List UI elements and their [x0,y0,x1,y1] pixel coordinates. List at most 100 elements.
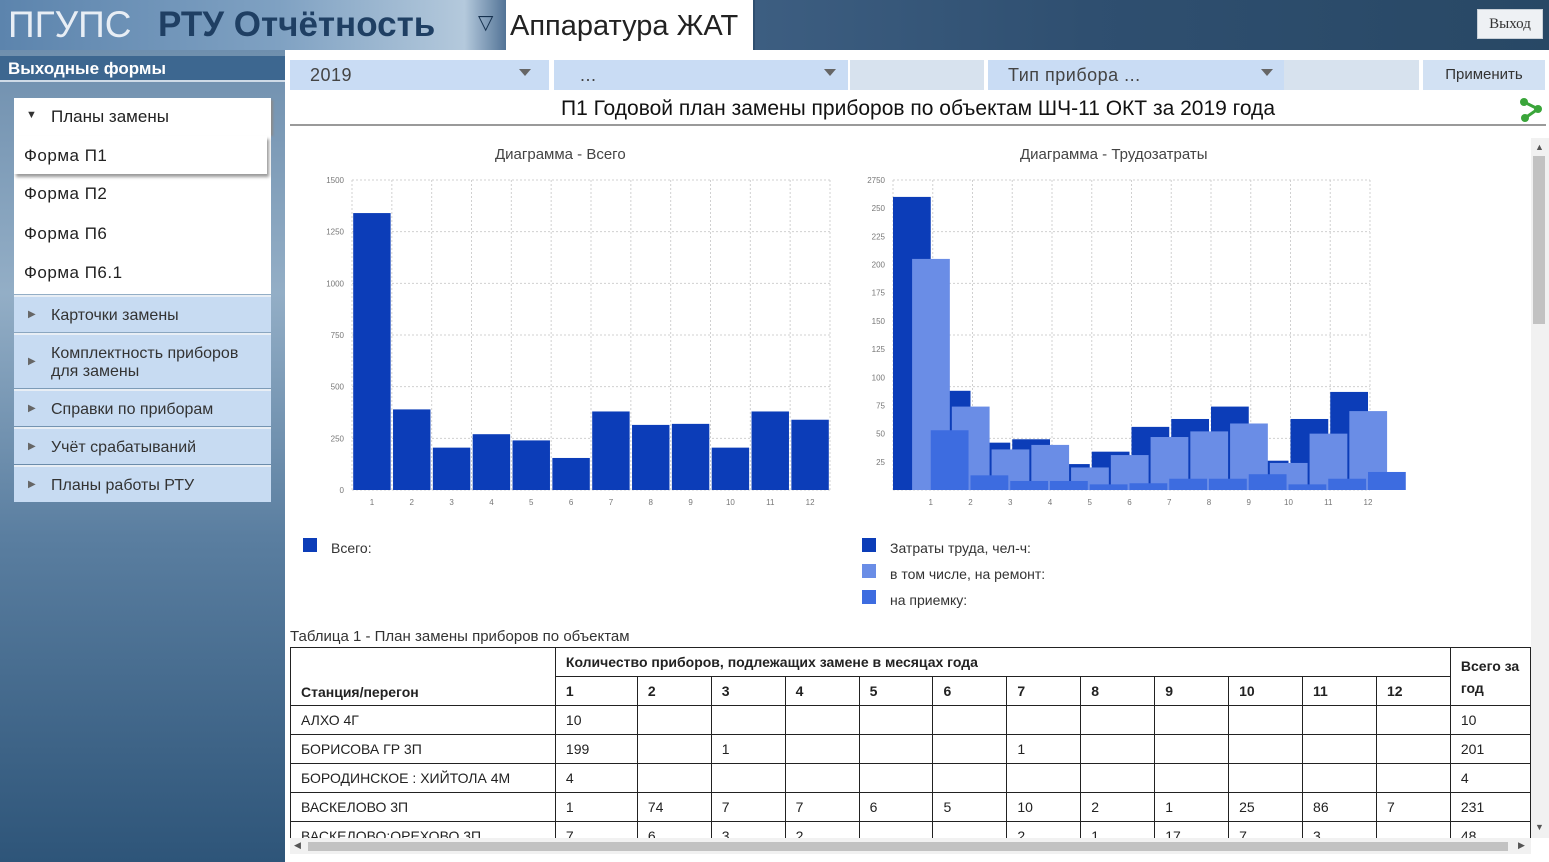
cell-value: 7 [1228,821,1304,838]
chevron-down-icon [824,69,836,76]
sidebar-group-cards[interactable]: ▶ Карточки замены [14,295,271,332]
x-tick-label: 1 [370,498,375,507]
x-tick-label: 8 [649,498,654,507]
app-title: РТУ Отчётность [158,5,436,44]
year-select-value: 2019 [310,65,353,85]
bar-1-5 [512,440,550,490]
y-tick-label: 125 [872,345,886,354]
triangle-down-icon[interactable]: ▽ [478,10,493,35]
horizontal-scroll-thumb[interactable] [308,842,1508,851]
sidebar-item-form-p6-1[interactable]: Форма П6.1 [14,253,271,291]
scroll-right-icon[interactable]: ▶ [1518,840,1525,851]
table-row: ВАСКЕЛОВО:ОРЕХОВО 3П 7 6 3 2 2 1 17 7 3 48 [290,821,1531,838]
y-tick-label: 225 [872,232,886,241]
sidebar-group-plans[interactable]: ▼ Планы замены [14,98,271,134]
legend-swatch-labor [862,538,876,552]
x-tick-label: 11 [1324,498,1333,507]
cell-value [932,821,1008,838]
x-tick-label: 2 [968,498,973,507]
column-header-month: 4 [784,676,860,706]
legend-swatch-total [303,538,317,552]
cell-value: 1 [554,792,638,822]
sidebar-group-label: Учёт срабатываний [51,439,197,456]
cell-value: 3 [1302,821,1377,838]
sidebar-group-label: Планы замены [51,107,169,126]
bar-3-11 [1328,478,1367,490]
sidebar-item-form-p1[interactable]: Форма П1 [14,136,267,174]
bar-3-1 [930,430,969,490]
sidebar-group-label: Планы работы РТУ [51,477,195,494]
vertical-scrollbar[interactable]: ▲ ▼ [1531,138,1549,838]
cell-value: 10 [1006,792,1082,822]
scroll-up-icon[interactable]: ▲ [1535,142,1544,152]
cell-value [1080,734,1156,764]
x-tick-label: 9 [688,498,693,507]
bar-1-4 [472,434,511,490]
y-tick-label: 75 [876,401,885,410]
table-row: АЛХО 4Г 10 10 [290,705,1531,735]
bar-3-8 [1209,478,1247,490]
x-tick-label: 8 [1207,498,1212,507]
cell-value: 1 [1006,734,1082,764]
cell-value [858,734,934,764]
bar-3-5 [1089,484,1128,490]
excel-export-icon[interactable] [1518,97,1544,123]
y-tick-label: 750 [331,331,345,340]
report-content: Диаграмма - Всего Диаграмма - Трудозатра… [290,138,1531,838]
y-tick-label: 25 [876,458,885,467]
cell-value: 1 [1154,792,1230,822]
y-tick-label: 50 [876,430,885,439]
y-tick-label: 1500 [326,176,344,185]
column-header-month: 8 [1080,676,1156,706]
table-row: БОРИСОВА ГР 3П 199 1 1 201 [290,734,1531,764]
x-tick-label: 3 [449,498,454,507]
device-type-select-value: Тип прибора ... [1008,65,1141,85]
logout-button[interactable]: Выход [1477,9,1543,39]
cell-value: 3 [710,821,786,838]
bar-1-8 [632,424,670,490]
sidebar-group-trips[interactable]: ▶ Учёт срабатываний [14,427,271,464]
cell-total: 48 [1449,821,1531,838]
cell-value [636,763,712,793]
bar-3-12 [1368,471,1406,490]
cell-total: 4 [1449,763,1531,793]
cell-total: 201 [1449,734,1531,764]
triangle-right-icon: ▶ [28,403,36,414]
y-tick-label: 0 [340,486,345,495]
cell-value [1154,763,1230,793]
triangle-right-icon: ▶ [28,356,36,367]
x-tick-label: 6 [569,498,574,507]
cell-value [1375,763,1451,793]
column-header-month: 9 [1154,676,1230,706]
cell-value [1302,705,1377,735]
sidebar-item-form-p2[interactable]: Форма П2 [14,174,271,212]
sidebar-group-completeness[interactable]: ▶ Комплектность приборов для замены [14,333,271,388]
scroll-down-icon[interactable]: ▼ [1535,822,1544,832]
sidebar-group-work-plans[interactable]: ▶ Планы работы РТУ [14,465,271,502]
cell-value [710,763,786,793]
scroll-left-icon[interactable]: ◀ [294,840,301,851]
horizontal-scrollbar[interactable]: ◀ ▶ [290,838,1531,854]
sidebar-group-references[interactable]: ▶ Справки по приборам [14,389,271,426]
column-header-month: 11 [1302,676,1377,706]
cell-value [784,734,860,764]
cell-value: 25 [1228,792,1304,822]
y-tick-label: 500 [331,383,345,392]
device-type-select[interactable]: Тип прибора ... [988,60,1284,90]
legend-label-total: Всего: [331,540,372,556]
object-select[interactable]: ... [554,60,848,90]
column-header-month: 2 [636,676,712,706]
year-select[interactable]: 2019 [290,60,549,90]
section-title: Аппаратура ЖАТ [510,10,739,42]
y-tick-label: 200 [872,261,886,270]
toolbar-spacer [850,60,984,90]
x-tick-label: 12 [1364,498,1373,507]
cell-value [1080,705,1156,735]
cell-value: 6 [636,821,712,838]
apply-button[interactable]: Применить [1421,60,1545,90]
cell-value: 1 [1080,821,1156,838]
sidebar-group-label: Карточки замены [51,307,179,324]
vertical-scroll-thumb[interactable] [1533,156,1545,324]
cell-value [1228,734,1304,764]
sidebar-item-form-p6[interactable]: Форма П6 [14,214,271,252]
